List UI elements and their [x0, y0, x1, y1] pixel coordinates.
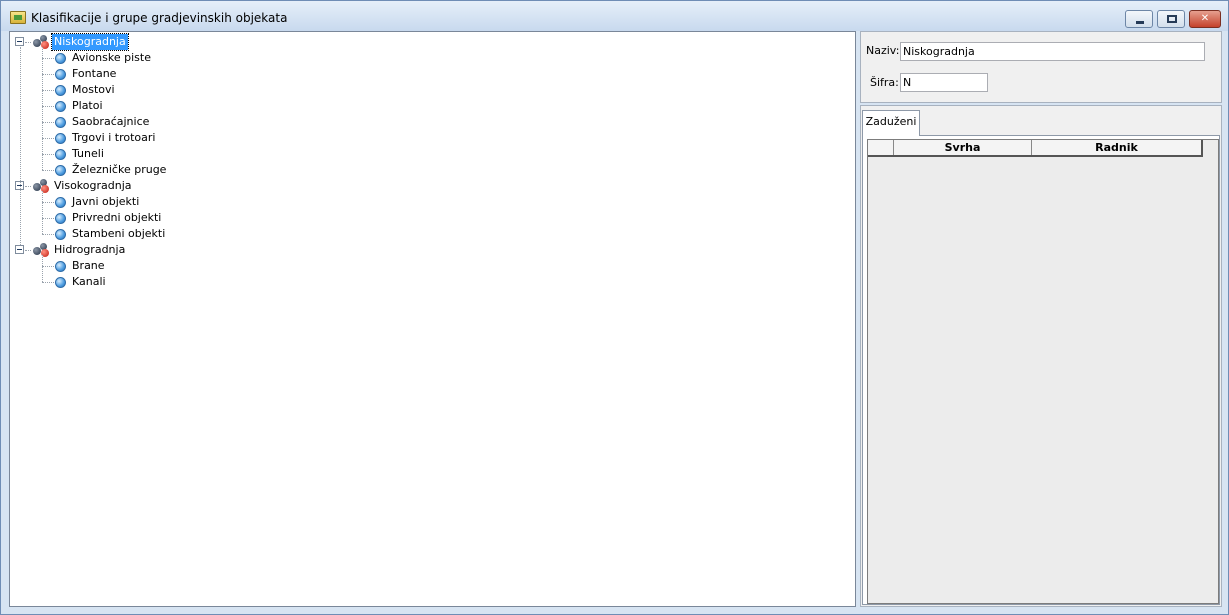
tab-container: Svrha Radnik Zaduženi — [860, 105, 1222, 607]
close-button[interactable]: ✕ — [1189, 10, 1221, 28]
tree-connector — [25, 186, 31, 187]
tree-connector — [42, 234, 54, 235]
tree-connector — [42, 90, 54, 91]
grid-header: Svrha Radnik — [868, 140, 1203, 157]
tree-connector — [42, 282, 54, 283]
tree-connector — [25, 250, 31, 251]
leaf-bullet-icon — [55, 133, 66, 144]
tree-item[interactable]: Saobraćajnice — [70, 114, 151, 130]
leaf-bullet-icon — [55, 117, 66, 128]
title-bar[interactable]: Klasifikacije i grupe gradjevinskih obje… — [1, 1, 1228, 31]
group-molecule-icon — [32, 35, 50, 49]
tab-panel-zaduzeni: Svrha Radnik — [862, 135, 1220, 605]
classification-tree[interactable]: Niskogradnja Avionske piste Fontane Mostovi… — [9, 31, 856, 607]
window-title: Klasifikacije i grupe gradjevinskih obje… — [31, 11, 288, 25]
tree-connector — [42, 191, 43, 234]
tree-connector — [42, 154, 54, 155]
tree-connector — [42, 255, 43, 282]
tree-item[interactable]: Platoi — [70, 98, 105, 114]
tree-connector — [42, 122, 54, 123]
group-molecule-icon — [32, 179, 50, 193]
app-icon — [10, 11, 26, 24]
sifra-input[interactable]: N — [900, 73, 988, 92]
column-header-radnik[interactable]: Radnik — [1032, 140, 1203, 155]
naziv-input[interactable]: Niskogradnja — [900, 42, 1205, 61]
close-icon: ✕ — [1200, 13, 1210, 24]
tree-item[interactable]: Mostovi — [70, 82, 117, 98]
tree-collapse-toggle[interactable] — [15, 37, 24, 46]
tree-connector — [42, 106, 54, 107]
minimize-icon — [1136, 21, 1144, 24]
column-header-svrha[interactable]: Svrha — [894, 140, 1032, 155]
leaf-bullet-icon — [55, 229, 66, 240]
tree-group-label[interactable]: Niskogradnja — [51, 33, 129, 51]
tree-group-label[interactable]: Visokogradnja — [52, 178, 134, 194]
minimize-button[interactable] — [1125, 10, 1153, 28]
tree-item[interactable]: Tuneli — [70, 146, 106, 162]
tree-connector — [42, 170, 54, 171]
tree-connector — [42, 74, 54, 75]
tab-zaduzeni[interactable]: Zaduženi — [862, 110, 920, 136]
maximize-icon — [1167, 15, 1177, 23]
tree-connector — [42, 138, 54, 139]
maximize-button[interactable] — [1157, 10, 1185, 28]
leaf-bullet-icon — [55, 213, 66, 224]
tree-connector — [42, 47, 43, 170]
tree-connector — [42, 202, 54, 203]
tree-item[interactable]: Javni objekti — [70, 194, 141, 210]
tree-collapse-toggle[interactable] — [15, 245, 24, 254]
tree-connector — [42, 58, 54, 59]
tree-connector — [20, 47, 21, 245]
tree-item[interactable]: Avionske piste — [70, 50, 153, 66]
details-panel: Naziv: Niskogradnja Šifra: N — [860, 31, 1222, 103]
leaf-bullet-icon — [55, 277, 66, 288]
group-molecule-icon — [32, 243, 50, 257]
tree-item[interactable]: Brane — [70, 258, 107, 274]
leaf-bullet-icon — [55, 53, 66, 64]
leaf-bullet-icon — [55, 261, 66, 272]
tree-item[interactable]: Kanali — [70, 274, 108, 290]
tree-connector — [42, 266, 54, 267]
leaf-bullet-icon — [55, 149, 66, 160]
leaf-bullet-icon — [55, 85, 66, 96]
tree-item[interactable]: Trgovi i trotoari — [70, 130, 157, 146]
grid-row-header-corner[interactable] — [868, 140, 894, 155]
tree-group-label[interactable]: Hidrogradnja — [52, 242, 127, 258]
main-window: Klasifikacije i grupe gradjevinskih obje… — [0, 0, 1229, 615]
tree-connector — [25, 42, 31, 43]
assignees-grid[interactable]: Svrha Radnik — [867, 139, 1219, 604]
tree-item[interactable]: Privredni objekti — [70, 210, 163, 226]
tree-item[interactable]: Železničke pruge — [70, 162, 168, 178]
sifra-label: Šifra: — [870, 76, 899, 89]
leaf-bullet-icon — [55, 165, 66, 176]
leaf-bullet-icon — [55, 69, 66, 80]
tree-item[interactable]: Fontane — [70, 66, 118, 82]
naziv-label: Naziv: — [866, 44, 900, 57]
leaf-bullet-icon — [55, 101, 66, 112]
leaf-bullet-icon — [55, 197, 66, 208]
tree-connector — [42, 218, 54, 219]
tree-item[interactable]: Stambeni objekti — [70, 226, 167, 242]
